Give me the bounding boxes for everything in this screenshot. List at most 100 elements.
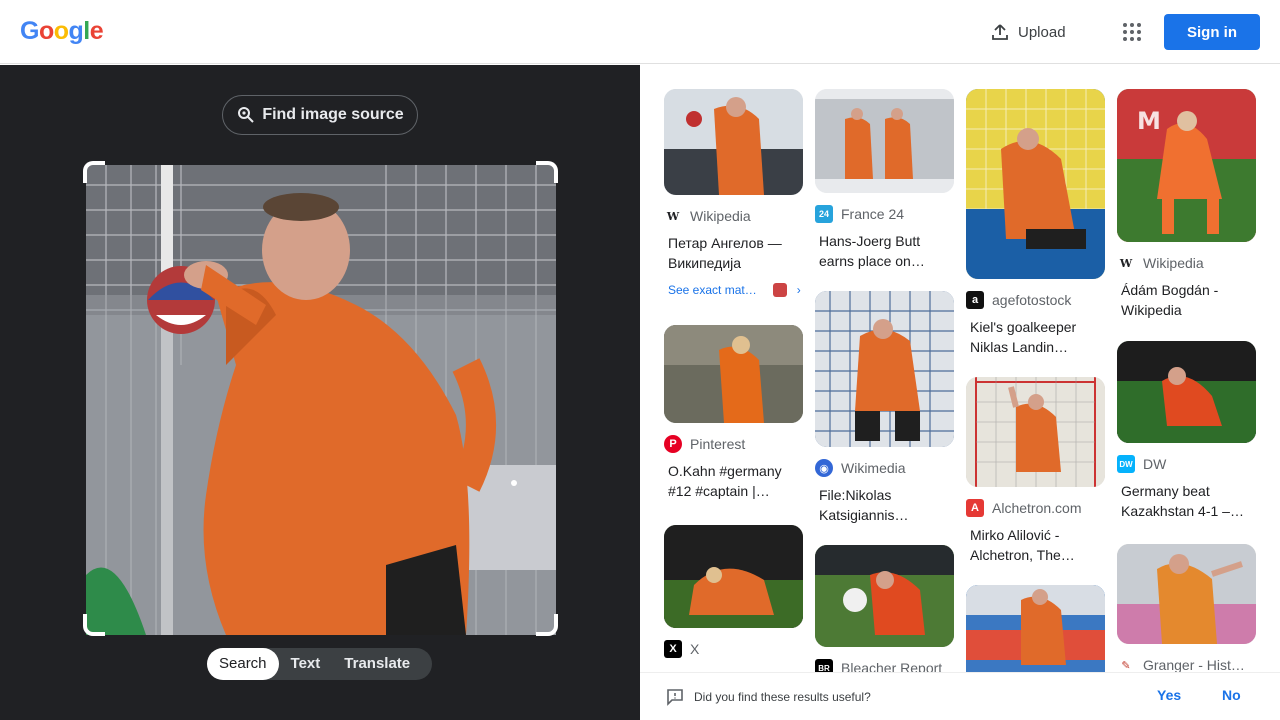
wikipedia-icon: W xyxy=(664,207,682,225)
result-title[interactable]: Hans-Joerg Butt earns place on… xyxy=(815,231,954,271)
result-card[interactable]: W Wikipedia Петар Ангелов — Википедија See… xyxy=(664,89,803,297)
apps-dot xyxy=(1137,37,1141,41)
result-title[interactable]: Ádám Bogdán - Wikipedia xyxy=(1117,280,1256,320)
apps-dot xyxy=(1123,23,1127,27)
find-image-source-label: Find image source xyxy=(262,106,404,123)
result-card[interactable]: 24 France 24 Hans-Joerg Butt earns place o… xyxy=(815,89,954,271)
see-exact-matches-link[interactable]: See exact mat… › xyxy=(664,283,803,297)
result-title-line: File:Nikolas xyxy=(819,487,892,503)
result-card[interactable]: A Alchetron.com Mirko Alilović - Alchetron… xyxy=(966,377,1105,565)
feedback-yes-button[interactable]: Yes xyxy=(1157,687,1181,703)
apps-dot xyxy=(1123,30,1127,34)
logo-letter: G xyxy=(20,17,39,45)
result-title-line: Википедија xyxy=(668,255,742,271)
result-thumbnail[interactable] xyxy=(664,325,803,423)
wikipedia-icon: W xyxy=(1117,254,1135,272)
logo-letter: g xyxy=(68,17,84,45)
result-card[interactable]: ◉ Wikimedia File:Nikolas Katsigiannis… xyxy=(815,291,954,525)
result-source: Wikipedia xyxy=(1143,255,1204,271)
logo-letter: o xyxy=(38,17,54,45)
feedback-bar: Did you find these results useful? Yes N… xyxy=(640,672,1280,720)
result-source: Granger - Hist… xyxy=(1143,657,1245,673)
feedback-no-button[interactable]: No xyxy=(1222,687,1241,703)
result-thumbnail[interactable] xyxy=(815,291,954,447)
mode-translate-tab[interactable]: Translate xyxy=(332,648,422,680)
result-source: X xyxy=(690,641,700,657)
result-title-line: Niklas Landin… xyxy=(970,339,1069,355)
query-photo[interactable]: IGU xyxy=(86,165,556,635)
result-title-line: Germany beat xyxy=(1121,483,1210,499)
see-exact-matches-label: See exact mat… xyxy=(668,283,757,297)
result-thumbnail[interactable] xyxy=(815,89,954,193)
result-source: Alchetron.com xyxy=(992,500,1082,516)
result-card[interactable]: DW DW Germany beat Kazakhstan 4-1 –… xyxy=(1117,341,1256,521)
crop-corner-handle[interactable] xyxy=(83,161,105,183)
result-title[interactable]: Mirko Alilović - Alchetron, The… xyxy=(966,525,1105,565)
top-bar: Google Upload Sign in xyxy=(0,0,1280,64)
result-card[interactable] xyxy=(966,585,1105,685)
find-image-source-button[interactable]: Find image source xyxy=(222,95,418,135)
result-title-line: earns place on… xyxy=(819,253,925,269)
lens-search-icon xyxy=(238,107,255,123)
crop-corner-handle[interactable] xyxy=(83,614,105,636)
mode-search-tab[interactable]: Search xyxy=(207,648,279,680)
wikimedia-icon: ◉ xyxy=(815,459,833,477)
result-title-line: Kazakhstan 4-1 –… xyxy=(1121,503,1244,519)
result-thumbnail[interactable] xyxy=(815,545,954,647)
sign-in-button[interactable]: Sign in xyxy=(1164,14,1260,50)
result-title-line: Ádám Bogdán - xyxy=(1121,282,1219,298)
mode-text-tab[interactable]: Text xyxy=(279,648,333,680)
upload-label: Upload xyxy=(1018,23,1066,41)
crop-corner-handle[interactable] xyxy=(536,614,558,636)
result-thumbnail[interactable] xyxy=(966,377,1105,487)
result-thumbnail[interactable] xyxy=(664,525,803,628)
result-thumbnail[interactable] xyxy=(966,89,1105,279)
exact-match-thumb-icon xyxy=(772,283,787,297)
pinterest-icon: P xyxy=(664,435,682,453)
result-card[interactable]: P Pinterest O.Kahn #germany #12 #captain |… xyxy=(664,325,803,501)
result-source: Wikimedia xyxy=(841,460,906,476)
apps-dot xyxy=(1137,23,1141,27)
alchetron-icon: A xyxy=(966,499,984,517)
mode-switcher: Search Text Translate xyxy=(207,648,432,680)
result-card[interactable]: XX xyxy=(664,525,803,658)
result-title[interactable]: O.Kahn #germany #12 #captain |… xyxy=(664,461,803,501)
apps-grid-icon[interactable] xyxy=(1120,20,1144,44)
result-title-line: Петар Ангелов — xyxy=(668,235,782,251)
google-logo[interactable]: Google xyxy=(20,17,104,46)
result-title-line: Mirko Alilović - xyxy=(970,527,1060,543)
result-title-line: #12 #captain |… xyxy=(668,483,770,499)
result-card[interactable]: BR Bleacher Report xyxy=(815,545,954,677)
result-title-line: Alchetron, The… xyxy=(970,547,1075,563)
result-thumbnail[interactable] xyxy=(664,89,803,195)
logo-letter: e xyxy=(89,17,104,45)
result-title[interactable]: Kiel's goalkeeper Niklas Landin… xyxy=(966,317,1105,357)
result-title[interactable]: File:Nikolas Katsigiannis… xyxy=(815,485,954,525)
result-title[interactable]: Germany beat Kazakhstan 4-1 –… xyxy=(1117,481,1256,521)
feedback-question: Did you find these results useful? xyxy=(694,689,871,704)
result-source: agefotostock xyxy=(992,292,1072,308)
result-card[interactable]: ✎ Granger - Hist… xyxy=(1117,544,1256,674)
chevron-right-icon: › xyxy=(796,283,801,297)
result-thumbnail[interactable] xyxy=(966,585,1105,685)
upload-button[interactable]: Upload xyxy=(990,18,1066,46)
france24-icon: 24 xyxy=(815,205,833,223)
result-title[interactable]: Петар Ангелов — Википедија xyxy=(664,233,803,273)
apps-dot xyxy=(1137,30,1141,34)
crop-corner-handle[interactable] xyxy=(536,161,558,183)
result-thumbnail[interactable] xyxy=(1117,544,1256,644)
result-thumbnail[interactable]: M xyxy=(1117,89,1256,242)
result-title-line: Katsigiannis… xyxy=(819,507,909,523)
result-title-line: O.Kahn #germany xyxy=(668,463,782,479)
agefotostock-icon: a xyxy=(966,291,984,309)
handball-goalkeeper-photo: IGU xyxy=(86,165,556,635)
svg-text:M: M xyxy=(1137,107,1161,135)
dw-icon: DW xyxy=(1117,455,1135,473)
apps-dot xyxy=(1130,23,1134,27)
result-thumbnail[interactable] xyxy=(1117,341,1256,443)
upload-icon xyxy=(992,24,1008,40)
result-card[interactable]: M W Wikipedia Ádám Bogdán - Wikipedia xyxy=(1117,89,1256,320)
feedback-icon xyxy=(667,688,683,706)
result-source: Wikipedia xyxy=(690,208,751,224)
result-card[interactable]: a agefotostock Kiel's goalkeeper Niklas La… xyxy=(966,89,1105,357)
